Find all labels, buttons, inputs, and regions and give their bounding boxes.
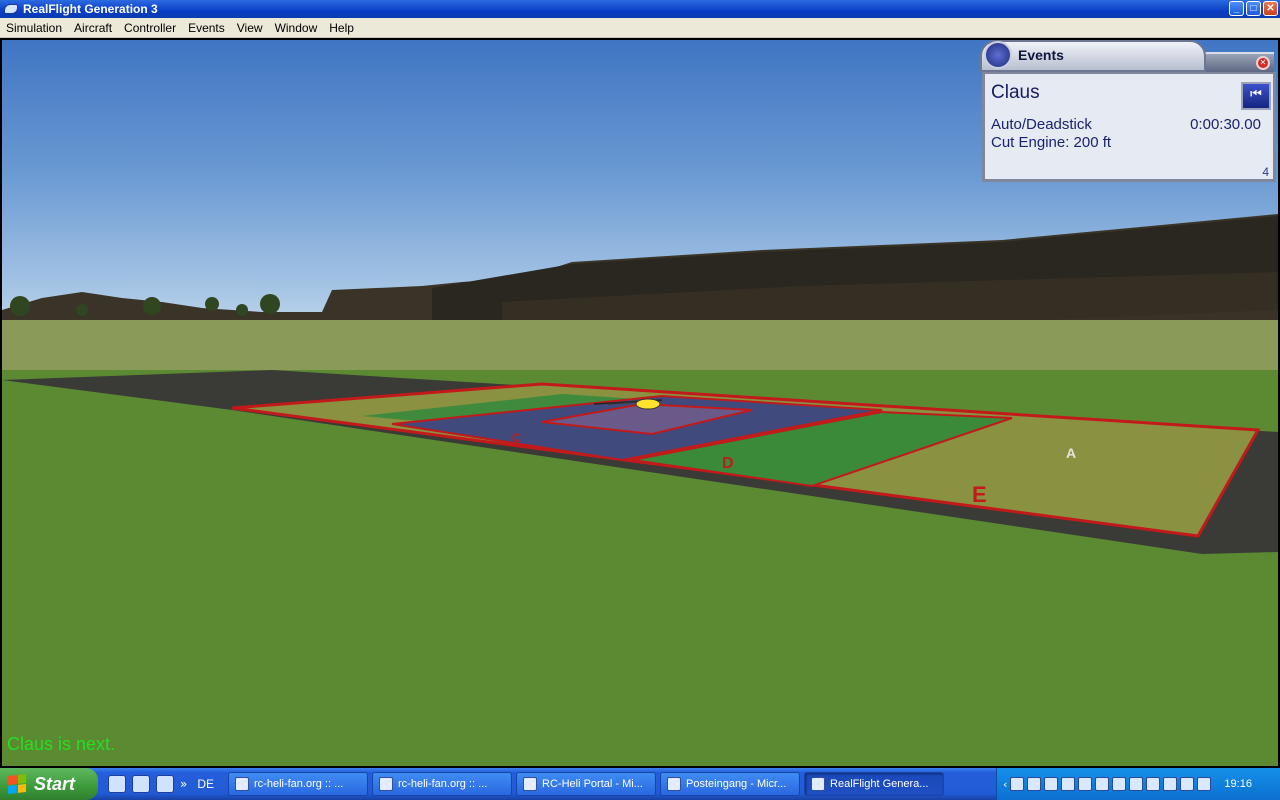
menu-help[interactable]: Help [323,21,360,35]
tray-clock[interactable]: 19:16 [1224,778,1252,790]
tray-icon[interactable] [1061,777,1076,791]
maximize-button[interactable]: □ [1246,1,1261,16]
task-button[interactable]: RC-Heli Portal - Mi... [516,772,657,796]
windows-flag-icon [8,774,26,794]
ie-icon [235,777,250,791]
ie-icon [523,777,538,791]
outlook-icon[interactable] [156,775,174,793]
event-name: Auto/Deadstick [991,116,1092,133]
compass-icon [984,41,1012,69]
task-label: rc-heli-fan.org :: ... [398,778,488,790]
menu-simulation[interactable]: Simulation [0,21,68,35]
tray-icon[interactable] [1027,777,1042,791]
window-titlebar[interactable]: RealFlight Generation 3 _ □ ✕ [0,0,1280,18]
menu-controller[interactable]: Controller [118,21,182,35]
tray-icon[interactable] [1112,777,1127,791]
task-button[interactable]: Posteingang - Micr... [660,772,801,796]
task-button-active[interactable]: RealFlight Genera... [804,772,945,796]
taskbar: Start » DE rc-heli-fan.org :: ... rc-hel… [0,768,1280,800]
tray-icon[interactable] [1197,777,1212,791]
pad-letter-d: D [722,455,734,472]
events-panel-tab[interactable] [980,40,1206,72]
menu-events[interactable]: Events [182,21,231,35]
event-pilot-name: Claus [991,82,1040,103]
tray-expand-icon[interactable]: ‹ [1003,778,1007,791]
close-button[interactable]: ✕ [1263,1,1278,16]
events-panel-title: Events [1018,47,1064,63]
ie-icon[interactable] [132,775,150,793]
tray-icon[interactable] [1180,777,1195,791]
language-indicator[interactable]: DE [197,777,214,791]
start-label: Start [34,773,76,794]
tray-icon[interactable] [1146,777,1161,791]
pad-letter-a: A [1066,445,1076,461]
tray-icon[interactable] [1163,777,1178,791]
events-panel[interactable]: Events ✕ Claus ⏮ Auto/Deadstick 0:00:30.… [980,40,1278,184]
task-button[interactable]: rc-heli-fan.org :: ... [228,772,369,796]
task-label: RC-Heli Portal - Mi... [542,778,643,790]
menu-window[interactable]: Window [269,21,324,35]
realflight-icon [811,777,826,791]
rewind-icon[interactable]: ⏮ [1241,82,1271,110]
task-label: Posteingang - Micr... [686,778,787,790]
events-corner-mark: 4 [1262,165,1269,179]
event-detail: Cut Engine: 200 ft [991,134,1112,151]
start-button[interactable]: Start [0,768,98,800]
minimize-button[interactable]: _ [1229,1,1244,16]
next-pilot-message: Claus is next. [7,734,116,754]
system-tray: ‹ 19:16 [996,768,1280,800]
ie-icon [379,777,394,791]
window-title: RealFlight Generation 3 [23,2,158,16]
events-panel-body: Claus ⏮ Auto/Deadstick 0:00:30.00 Cut En… [982,72,1276,182]
menu-bar: Simulation Aircraft Controller Events Vi… [0,18,1280,38]
menu-aircraft[interactable]: Aircraft [68,21,118,35]
pad-letter-e: E [972,482,987,507]
pad-letter-c: C [512,431,521,445]
tray-icon[interactable] [1095,777,1110,791]
tray-icon[interactable] [1044,777,1059,791]
tray-icon[interactable] [1078,777,1093,791]
close-icon[interactable]: ✕ [1256,56,1270,70]
quick-launch-overflow[interactable]: » [180,777,187,791]
task-button[interactable]: rc-heli-fan.org :: ... [372,772,513,796]
task-label: rc-heli-fan.org :: ... [254,778,344,790]
tray-icon[interactable] [1129,777,1144,791]
menu-view[interactable]: View [231,21,269,35]
quick-launch: » [108,775,187,793]
task-label: RealFlight Genera... [830,778,929,790]
tray-icon[interactable] [1010,777,1025,791]
realflight-app-icon [4,4,18,14]
desktop-icon[interactable] [108,775,126,793]
outlook-icon [667,777,682,791]
event-timer: 0:00:30.00 [1190,116,1261,133]
grass-far [2,320,1278,370]
